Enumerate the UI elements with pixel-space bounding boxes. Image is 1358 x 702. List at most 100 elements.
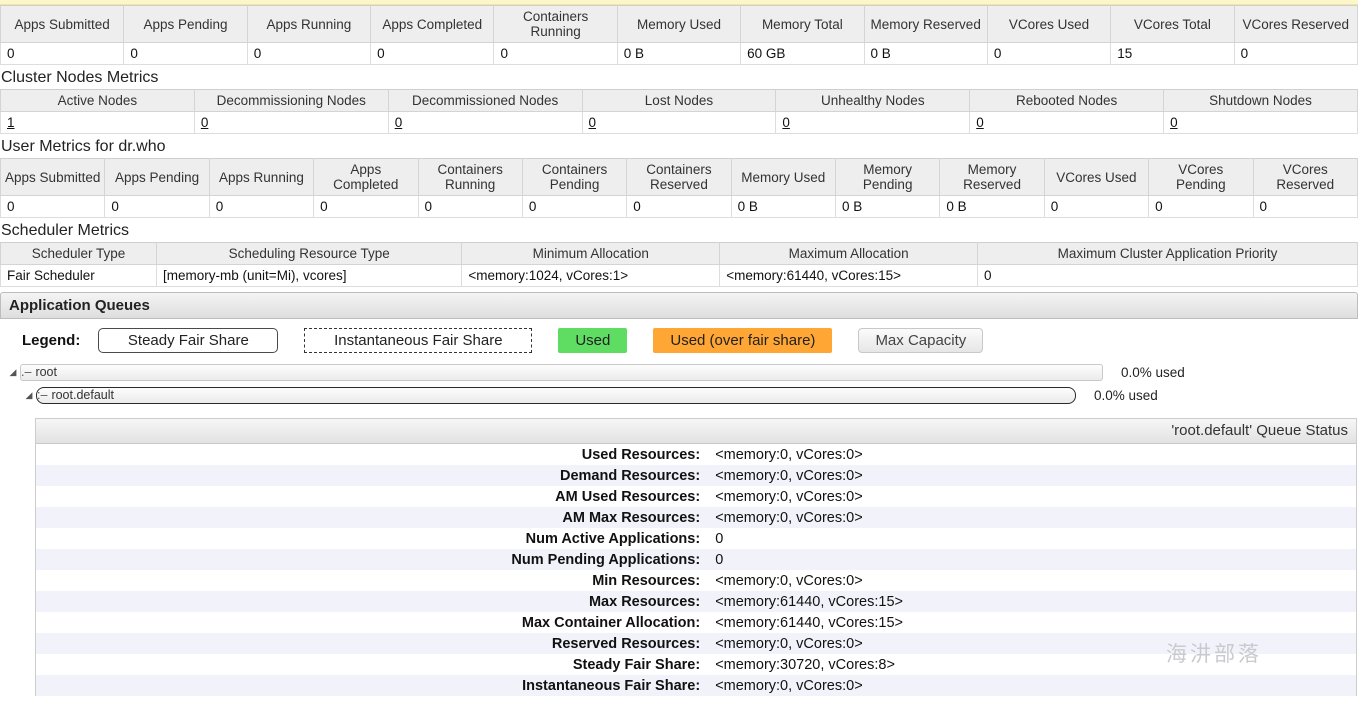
metric-value: 0 xyxy=(977,264,1358,287)
metric-value: 0 xyxy=(1043,195,1150,218)
column-header: Apps Pending xyxy=(123,5,248,43)
metric-value[interactable]: 0 xyxy=(387,111,583,134)
metric-value[interactable]: 0 xyxy=(775,111,971,134)
queue-status-value: <memory:30720, vCores:8> xyxy=(709,654,1356,675)
cluster-nodes-header-row: Active Nodes Decommissioning Nodes Decommi… xyxy=(0,89,1358,112)
queue-status-value: <memory:0, vCores:0> xyxy=(709,675,1356,696)
metric-value[interactable]: 0 xyxy=(1163,111,1358,134)
queue-capacity-bar[interactable]: :– root.default xyxy=(36,386,1076,404)
column-header: Active Nodes xyxy=(0,89,195,112)
scheduler-metrics-value-row: Fair Scheduler [memory-mb (unit=Mi), vcor… xyxy=(0,264,1358,287)
queue-status-value: <memory:61440, vCores:15> xyxy=(709,591,1356,612)
metric-value[interactable]: 0 xyxy=(969,111,1165,134)
column-header: VCores Used xyxy=(986,5,1112,43)
metric-link[interactable]: 0 xyxy=(1170,115,1178,130)
user-metrics-table: Apps Submitted Apps Pending Apps Running Ap… xyxy=(0,158,1358,218)
metric-value: 0 B xyxy=(939,195,1045,218)
queue-name: root xyxy=(35,365,57,379)
metric-value: 0 B xyxy=(730,195,837,218)
column-header: Scheduling Resource Type xyxy=(156,242,463,265)
column-header: Apps Submitted xyxy=(0,158,106,196)
queue-status-value: <memory:0, vCores:0> xyxy=(709,465,1356,486)
queue-legend: Legend: Steady Fair Share Instantaneous … xyxy=(0,319,1358,361)
metric-value: 0 xyxy=(417,195,523,218)
column-header: VCores Pending xyxy=(1148,158,1254,196)
metric-link[interactable]: 0 xyxy=(395,115,403,130)
queue-status-key: Reserved Resources: xyxy=(36,633,710,654)
metric-link[interactable]: 0 xyxy=(201,115,209,130)
legend-max-capacity: Max Capacity xyxy=(858,327,984,353)
metric-value[interactable]: 0 xyxy=(581,111,777,134)
queue-row[interactable]: ◢:– root.default 0.0% used xyxy=(0,384,1358,406)
scheduler-page: Apps Submitted Apps Pending Apps Running Ap… xyxy=(0,0,1358,702)
queue-status-table: Used Resources: <memory:0, vCores:0> Deman… xyxy=(36,444,1356,696)
column-header: VCores Reserved xyxy=(1252,158,1358,196)
metric-value: 0 xyxy=(1252,195,1358,218)
queue-status-key: Num Active Applications: xyxy=(36,528,710,549)
metric-value: 0 B xyxy=(834,195,941,218)
metric-value: <memory:61440, vCores:15> xyxy=(719,264,979,287)
column-header: Memory Pending xyxy=(834,158,941,196)
metric-value: 0 B xyxy=(863,42,988,65)
queue-status-key: Num Pending Applications: xyxy=(36,549,710,570)
queue-expand-collapse-icon[interactable]: ◢ xyxy=(22,384,36,406)
queue-status-key: Min Resources: xyxy=(36,570,710,591)
queue-status-value: 0 xyxy=(709,528,1356,549)
column-header: Apps Running xyxy=(208,158,315,196)
metric-link[interactable]: 0 xyxy=(589,115,597,130)
queue-status-key: Steady Fair Share: xyxy=(36,654,710,675)
queue-status-value: <memory:0, vCores:0> xyxy=(709,486,1356,507)
metric-value: <memory:1024, vCores:1> xyxy=(461,264,721,287)
metric-value[interactable]: 1 xyxy=(0,111,195,134)
queue-used-percent: 0.0% used xyxy=(1121,364,1185,380)
metric-link[interactable]: 1 xyxy=(7,115,15,130)
queue-status-key: Used Resources: xyxy=(36,444,710,465)
queue-status-value: 0 xyxy=(709,549,1356,570)
column-header: Containers Running xyxy=(493,5,618,43)
metric-value: 15 xyxy=(1110,42,1235,65)
queue-status-row: Steady Fair Share: <memory:30720, vCores:… xyxy=(36,654,1356,675)
legend-label: Legend: xyxy=(22,331,81,349)
queue-fair-share-marker: :– xyxy=(37,388,48,402)
metric-value: 0 xyxy=(1148,195,1254,218)
cluster-metrics-table: Apps Submitted Apps Pending Apps Running Ap… xyxy=(0,5,1358,65)
column-header: Shutdown Nodes xyxy=(1163,89,1358,112)
column-header: Memory Total xyxy=(740,5,865,43)
queue-status-value: <memory:0, vCores:0> xyxy=(709,444,1356,465)
queue-used-percent: 0.0% used xyxy=(1094,387,1158,403)
column-header: VCores Reserved xyxy=(1233,5,1358,43)
metric-link[interactable]: 0 xyxy=(782,115,790,130)
scheduler-metrics-table: Scheduler Type Scheduling Resource Type Mi… xyxy=(0,242,1358,287)
queue-status-panel: 'root.default' Queue Status Used Resourc… xyxy=(35,418,1357,696)
metric-value[interactable]: 0 xyxy=(193,111,389,134)
column-header: Apps Completed xyxy=(313,158,419,196)
metric-value: 0 xyxy=(208,195,315,218)
column-header: Memory Reserved xyxy=(863,5,988,43)
column-header: Memory Used xyxy=(730,158,837,196)
queue-status-row: Min Resources: <memory:0, vCores:0> xyxy=(36,570,1356,591)
column-header: Memory Used xyxy=(616,5,742,43)
metric-value: 0 xyxy=(986,42,1112,65)
queue-expand-collapse-icon[interactable]: ◢ xyxy=(6,361,20,383)
column-header: VCores Total xyxy=(1110,5,1235,43)
metric-value: 0 xyxy=(493,42,618,65)
column-header: Lost Nodes xyxy=(581,89,777,112)
metric-value: 0 B xyxy=(616,42,742,65)
queue-status-row: AM Max Resources: <memory:0, vCores:0> xyxy=(36,507,1356,528)
queue-status-row: Reserved Resources: <memory:0, vCores:0> xyxy=(36,633,1356,654)
queue-status-row: AM Used Resources: <memory:0, vCores:0> xyxy=(36,486,1356,507)
queue-row[interactable]: ◢ .– root 0.0% used xyxy=(0,361,1358,383)
queue-status-key: AM Max Resources: xyxy=(36,507,710,528)
legend-steady-fair-share: Steady Fair Share xyxy=(98,327,279,353)
queue-capacity-bar[interactable]: .– root xyxy=(20,363,1103,381)
queue-status-row: Used Resources: <memory:0, vCores:0> xyxy=(36,444,1356,465)
metric-value: 0 xyxy=(0,195,106,218)
metric-value: 0 xyxy=(521,195,628,218)
metric-link[interactable]: 0 xyxy=(976,115,984,130)
metric-value: 0 xyxy=(370,42,495,65)
metric-value: [memory-mb (unit=Mi), vcores] xyxy=(156,264,463,287)
column-header: Apps Completed xyxy=(370,5,495,43)
column-header: Scheduler Type xyxy=(0,242,158,265)
queue-name: root.default xyxy=(51,388,114,402)
column-header: Memory Reserved xyxy=(939,158,1045,196)
